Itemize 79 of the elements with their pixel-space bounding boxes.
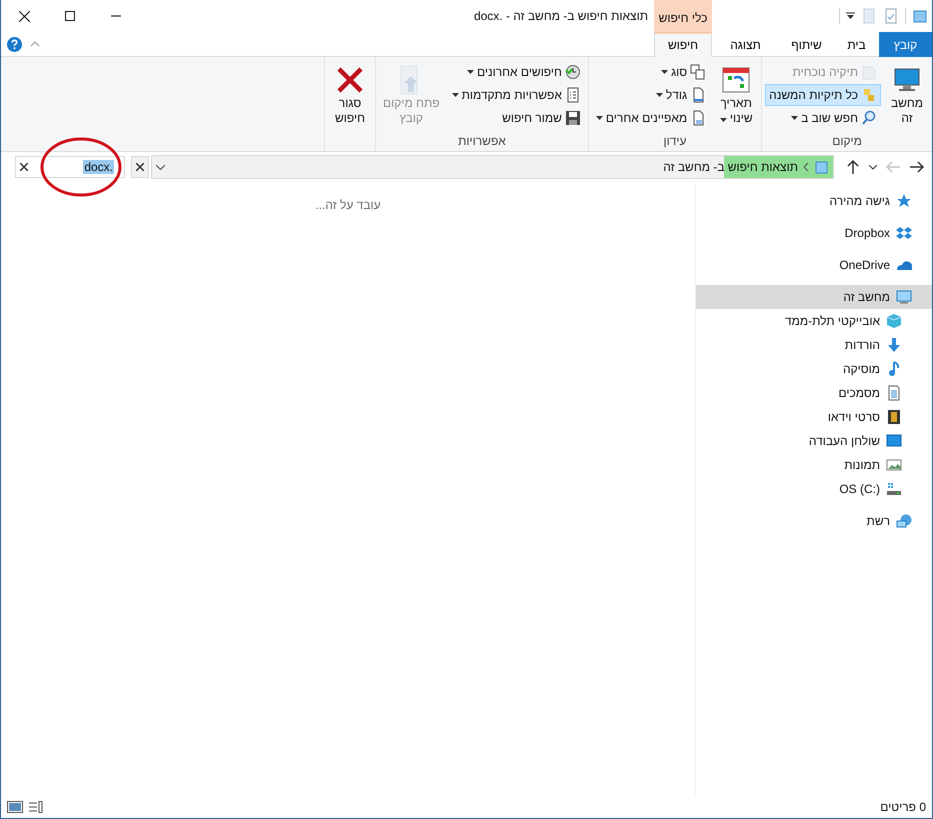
film-icon: [886, 409, 902, 425]
desktop-icon: [886, 433, 902, 449]
breadcrumb[interactable]: תוצאות חיפוש ב- מחשב זה: [661, 160, 800, 174]
music-note-icon: [886, 361, 902, 377]
down-arrow-icon: [886, 337, 902, 353]
document-icon: [886, 385, 902, 401]
ribbon-tab[interactable]: חיפוש: [654, 32, 712, 57]
files-icon: [690, 64, 706, 80]
group-label: אפשרויות: [457, 134, 507, 150]
ribbon-button[interactable]: מאפיינים אחרים: [592, 107, 710, 129]
contextual-tab-header: כלי חיפוש: [654, 0, 712, 32]
group-label: עידון: [662, 134, 688, 150]
clear-search-button[interactable]: [20, 163, 28, 171]
star-icon: [896, 193, 912, 209]
sidebar-item[interactable]: OS (C:): [696, 477, 932, 501]
sidebar-item[interactable]: תמונות: [696, 453, 932, 477]
close-icon: [18, 10, 30, 22]
ribbon-button[interactable]: כל תיקיות המשנה: [765, 84, 881, 106]
clock-icon: [564, 64, 581, 80]
close-icon: [136, 163, 144, 171]
sidebar-item[interactable]: מוסיקה: [696, 357, 932, 381]
sidebar-item[interactable]: אובייקטי תלת-ממד: [696, 309, 932, 333]
ribbon-button[interactable]: סגור חיפוש: [328, 61, 372, 129]
file-icon: [861, 8, 877, 24]
up-arrow-icon: [847, 160, 859, 174]
close-icon: [20, 163, 28, 171]
ribbon-tab[interactable]: שיתוף: [779, 32, 834, 57]
maximize-icon: [65, 11, 75, 21]
list-icon: [564, 87, 581, 103]
network-icon: [896, 513, 912, 529]
picture-icon: [886, 457, 902, 473]
help-icon[interactable]: [7, 36, 22, 52]
sidebar-item[interactable]: OneDrive: [696, 253, 932, 277]
chevron-down-icon: [869, 164, 877, 170]
stop-search-button[interactable]: [131, 156, 149, 178]
dropbox-icon: [896, 225, 912, 241]
ribbon-button[interactable]: חיפושים אחרונים: [448, 61, 585, 83]
ribbon-button[interactable]: גודל: [592, 84, 710, 106]
search-field[interactable]: docx.: [15, 156, 125, 178]
collapse-ribbon-icon[interactable]: [30, 41, 40, 47]
chevron-down-icon: [156, 164, 164, 170]
ribbon-button[interactable]: אפשרויות מתקדמות: [448, 84, 585, 106]
search-text: docx.: [83, 160, 114, 174]
ribbon-tab[interactable]: תצוגה: [712, 32, 779, 57]
status-message: עובד על זה...: [315, 198, 381, 214]
monitor-icon: [896, 289, 912, 305]
details-view-icon[interactable]: [29, 801, 43, 813]
sidebar-item[interactable]: Dropbox: [696, 221, 932, 245]
magnifier-icon: [861, 110, 877, 126]
folder-icon: [813, 159, 829, 175]
sidebar-item[interactable]: הורדות: [696, 333, 932, 357]
chevron-icon: [804, 163, 809, 171]
ribbon-tab[interactable]: קובץ: [879, 32, 932, 57]
sidebar-item[interactable]: מסמכים: [696, 381, 932, 405]
address-bar[interactable]: תוצאות חיפוש ב- מחשב זה: [151, 155, 834, 179]
group-label: מיקום: [831, 134, 863, 150]
ribbon-tab[interactable]: בית: [834, 32, 879, 57]
window-title: docx. - תוצאות חיפוש ב- מחשב זה: [472, 9, 649, 23]
drive-icon: [886, 481, 902, 497]
sidebar-item[interactable]: מחשב זה: [696, 285, 932, 309]
folder-icon: [912, 8, 928, 24]
ribbon-button[interactable]: תאריך שינוי: [714, 61, 758, 129]
item-count: 0 פריטים: [880, 800, 926, 814]
sidebar-item[interactable]: רשת: [696, 509, 932, 533]
ribbon-button[interactable]: מחשב זה: [885, 61, 929, 129]
right-arrow-icon: [910, 161, 924, 173]
ribbon-button[interactable]: חפש שוב ב: [765, 107, 881, 129]
large-icons-view-icon[interactable]: [7, 801, 23, 813]
checklist-icon: [883, 8, 899, 24]
left-arrow-icon: [886, 161, 900, 173]
customize-menu-icon[interactable]: [846, 12, 855, 20]
ribbon-button[interactable]: סוג: [592, 61, 710, 83]
sidebar-item[interactable]: סרטי וידאו: [696, 405, 932, 429]
folders-icon: [861, 87, 877, 103]
sidebar-item[interactable]: גישה מהירה: [696, 189, 932, 213]
sidebar-item[interactable]: שולחן העבודה: [696, 429, 932, 453]
save-icon: [564, 110, 581, 126]
ribbon-button[interactable]: שמור חיפוש: [448, 107, 585, 129]
cube-icon: [886, 313, 902, 329]
